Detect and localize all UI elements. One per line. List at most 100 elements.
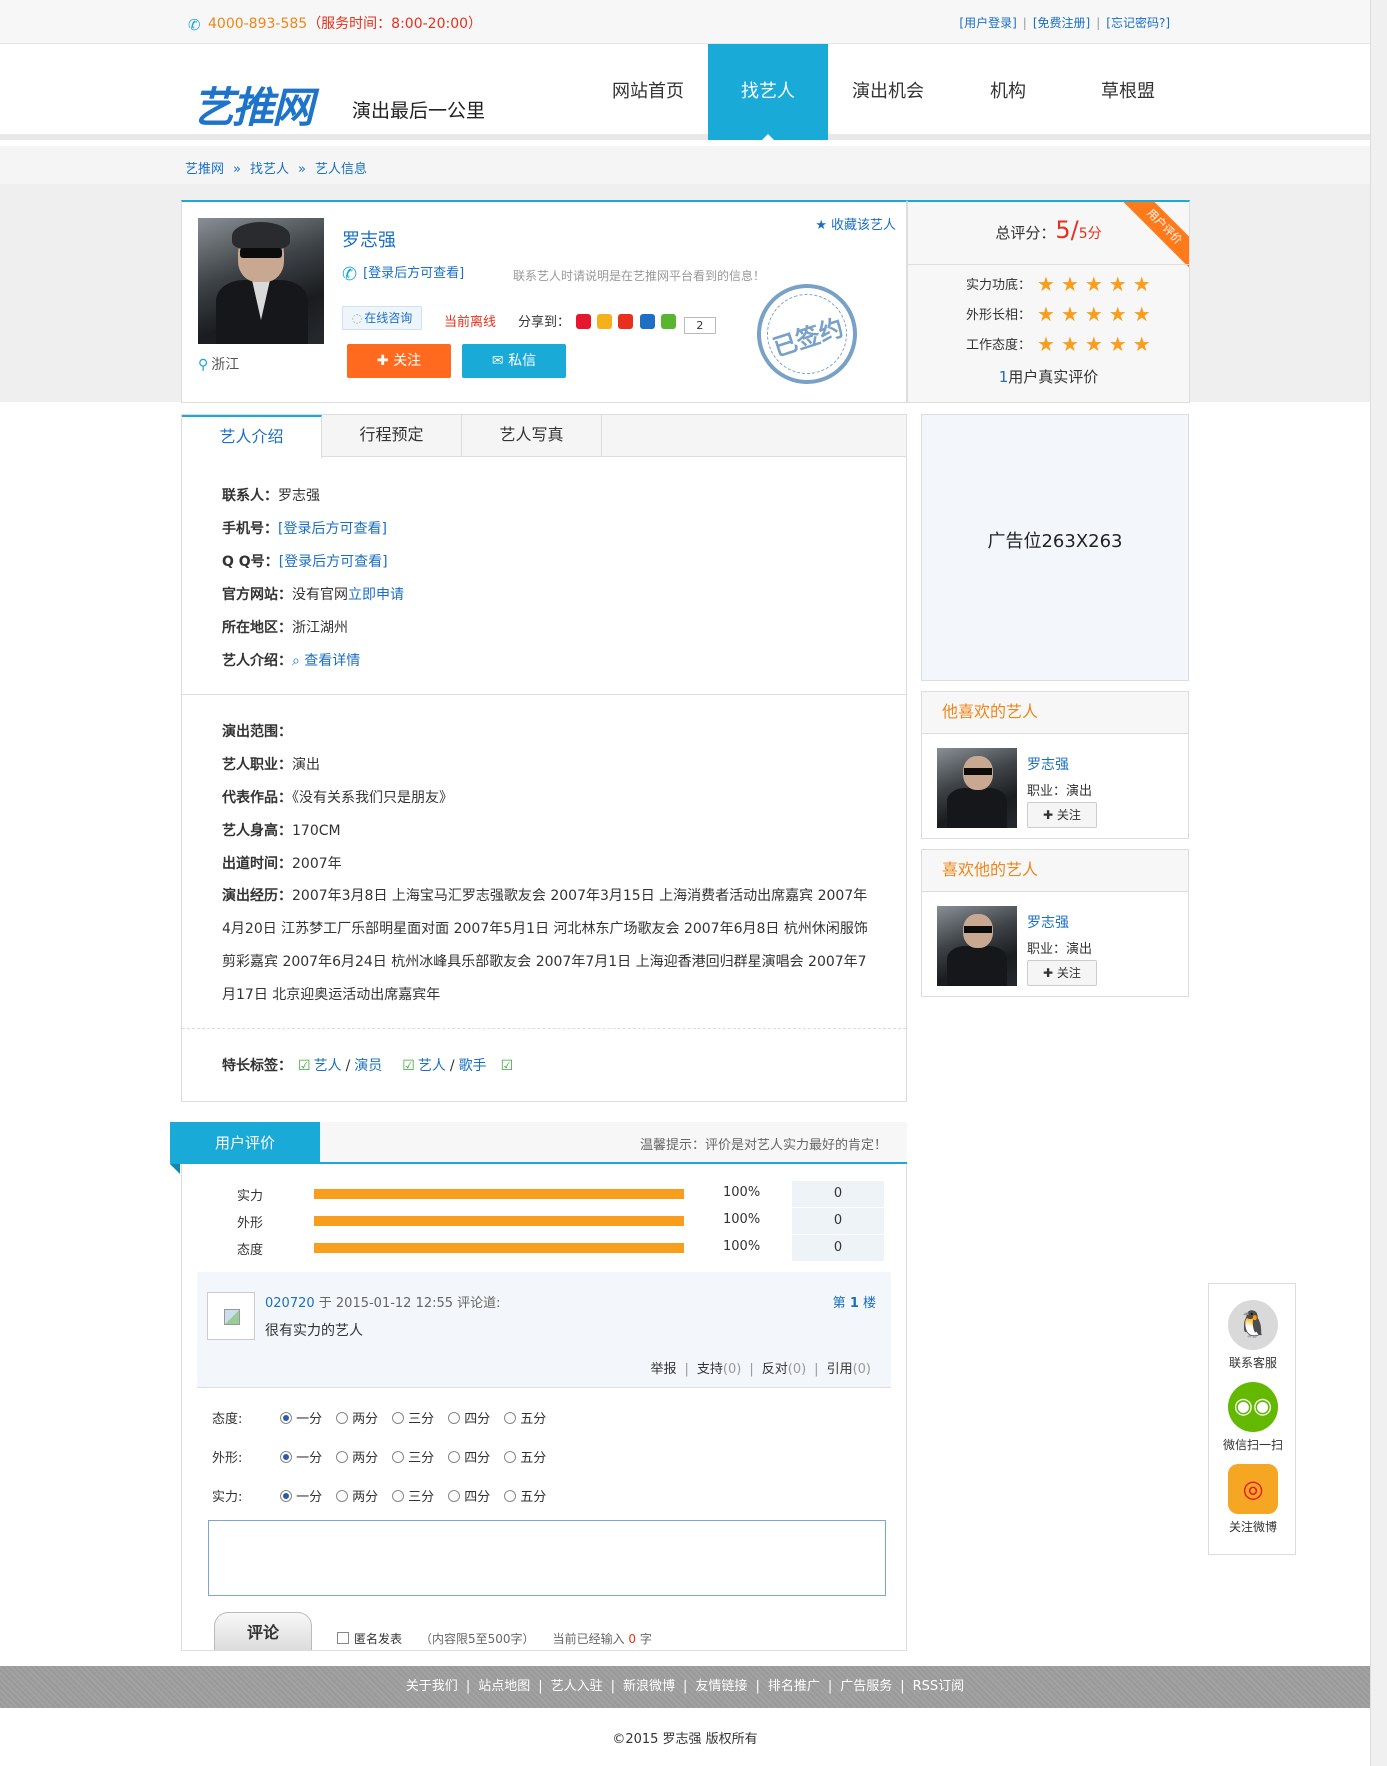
rate-option[interactable]: 一分 <box>280 1408 322 1427</box>
collect-artist-link[interactable]: ★ 收藏该艺人 <box>815 214 896 233</box>
message-label: 私信 <box>508 353 537 369</box>
tab-intro[interactable]: 艺人介绍 <box>182 415 322 458</box>
rate-option[interactable]: 五分 <box>504 1486 546 1505</box>
footer-link[interactable]: 友情链接 <box>695 1679 747 1694</box>
wechat-scan-button[interactable]: ◉◉ 微信扫一扫 <box>1209 1382 1297 1453</box>
nav-home[interactable]: 网站首页 <box>588 44 708 140</box>
ad-slot-text: 广告位263X263 <box>987 531 1123 552</box>
location-pin-icon: ⚲ <box>198 357 209 373</box>
tag-link[interactable]: 艺人 <box>314 1058 342 1074</box>
chevron-icon: » <box>298 162 306 177</box>
rate-option[interactable]: 五分 <box>504 1447 546 1466</box>
online-consult-button[interactable]: ◌ 在线咨询 <box>342 306 422 330</box>
message-button[interactable]: ✉ 私信 <box>462 344 566 378</box>
tab-photos[interactable]: 艺人写真 <box>462 415 602 457</box>
rate-option[interactable]: 三分 <box>392 1486 434 1505</box>
comment-floor: 第 1 楼 <box>832 1296 876 1311</box>
site-logo[interactable]: 艺推网 <box>192 74 314 135</box>
oppose-link[interactable]: 反对(0) <box>762 1362 806 1377</box>
login-link[interactable]: [用户登录] <box>959 16 1016 30</box>
report-link[interactable]: 举报 <box>651 1362 677 1377</box>
phone-login-link[interactable]: [登录后方可查看] <box>363 266 464 281</box>
reviews-header: 用户评价 温馨提示：评价是对艺人实力最好的肯定！ <box>170 1122 907 1174</box>
ad-slot[interactable]: 广告位263X263 <box>921 414 1189 681</box>
info-label: 演出经历： <box>222 888 292 904</box>
breadcrumb-current[interactable]: 艺人信息 <box>315 162 367 177</box>
renren-share-icon[interactable] <box>618 314 634 329</box>
info-contact: 联系人：罗志强 <box>222 485 320 505</box>
more-share-icon[interactable] <box>660 314 676 329</box>
view-details-link[interactable]: ⌕ 查看详情 <box>292 653 360 669</box>
review-count-number: 1 <box>998 368 1009 386</box>
forgot-password-link[interactable]: [忘记密码?] <box>1106 16 1170 30</box>
rate-option[interactable]: 五分 <box>504 1408 546 1427</box>
liked-artist-name[interactable]: 罗志强 <box>1027 754 1069 774</box>
rate-option[interactable]: 三分 <box>392 1447 434 1466</box>
support-link[interactable]: 支持(0) <box>697 1362 741 1377</box>
submit-comment-button[interactable]: 评论 <box>214 1612 312 1650</box>
tab-user-reviews[interactable]: 用户评价 <box>170 1122 320 1174</box>
footer-link[interactable]: RSS订阅 <box>913 1679 965 1694</box>
tab-schedule[interactable]: 行程预定 <box>322 415 462 457</box>
rate-option[interactable]: 两分 <box>336 1408 378 1427</box>
nav-opportunities[interactable]: 演出机会 <box>828 44 948 140</box>
qzone-share-icon[interactable] <box>597 314 613 329</box>
nav-find-artist[interactable]: 找艺人 <box>708 44 828 140</box>
footer-link[interactable]: 广告服务 <box>840 1679 892 1694</box>
tag-link[interactable]: 演员 <box>354 1058 382 1074</box>
breadcrumb-home[interactable]: 艺推网 <box>185 162 224 177</box>
tag-link[interactable]: 歌手 <box>459 1058 487 1074</box>
liked-artist-follow-button[interactable]: ✚ 关注 <box>1027 802 1097 828</box>
breadcrumb: 艺推网 » 找艺人 » 艺人信息 <box>185 158 367 177</box>
star-rating-icon: ★★★★★ <box>1037 332 1157 356</box>
rate-option[interactable]: 一分 <box>280 1447 322 1466</box>
liked-artist-photo[interactable] <box>937 748 1017 828</box>
nav-agencies[interactable]: 机构 <box>948 44 1068 140</box>
quote-link[interactable]: 引用(0) <box>827 1362 871 1377</box>
rating-bar-fill <box>314 1216 684 1226</box>
weibo-share-icon[interactable] <box>576 314 592 329</box>
score-panel: 用户评价 总评分：5/5分 实力功底： ★★★★★ 外形长相： ★★★★★ 工作态度… <box>907 200 1190 403</box>
contact-service-button[interactable]: 🐧 联系客服 <box>1209 1300 1297 1371</box>
fan-artist-name[interactable]: 罗志强 <box>1027 912 1069 932</box>
location-text: 浙江 <box>211 357 240 373</box>
footer-link[interactable]: 站点地图 <box>478 1679 530 1694</box>
mobile-login-link[interactable]: [登录后方可查看] <box>278 521 387 537</box>
hotline-number: 4000-893-585 <box>208 16 308 32</box>
register-link[interactable]: [免费注册] <box>1033 16 1090 30</box>
total-score-value: 5/ <box>1055 216 1079 244</box>
apply-now-link[interactable]: 立即申请 <box>348 587 404 603</box>
follow-button[interactable]: ✚ 关注 <box>347 344 451 378</box>
rate-option[interactable]: 三分 <box>392 1408 434 1427</box>
weibo-icon: ◎ <box>1228 1464 1278 1514</box>
fan-artist-photo[interactable] <box>937 906 1017 986</box>
nav-grassroots[interactable]: 草根盟 <box>1068 44 1188 140</box>
rate-option[interactable]: 四分 <box>448 1447 490 1466</box>
floating-contact-bar: 🐧 联系客服 ◉◉ 微信扫一扫 ◎ 关注微博 <box>1208 1283 1296 1555</box>
rating-bar-label: 实力 <box>237 1189 264 1204</box>
star-rating-icon: ★★★★★ <box>1037 302 1157 326</box>
follow-weibo-button[interactable]: ◎ 关注微博 <box>1209 1464 1297 1535</box>
tencent-share-icon[interactable] <box>639 314 655 329</box>
comment-time: 于 2015-01-12 12:55 评论道: <box>314 1296 501 1311</box>
anonymous-checkbox[interactable]: 匿名发表 <box>337 1632 402 1646</box>
rate-option[interactable]: 一分 <box>280 1486 322 1505</box>
footer-link[interactable]: 关于我们 <box>406 1679 458 1694</box>
tag-link[interactable]: 艺人 <box>418 1058 446 1074</box>
rate-option[interactable]: 四分 <box>448 1408 490 1427</box>
rate-option[interactable]: 两分 <box>336 1486 378 1505</box>
char-counter: 当前已经输入 0 字 <box>552 1632 652 1646</box>
breadcrumb-find-artist[interactable]: 找艺人 <box>250 162 289 177</box>
rate-option[interactable]: 四分 <box>448 1486 490 1505</box>
comment-textarea[interactable] <box>208 1520 886 1596</box>
footer-link[interactable]: 艺人入驻 <box>551 1679 603 1694</box>
share-bar: 分享到： 2 <box>518 311 716 334</box>
footer-link[interactable]: 排名推广 <box>768 1679 820 1694</box>
footer-link[interactable]: 新浪微博 <box>623 1679 675 1694</box>
page-scrollbar[interactable] <box>1370 0 1387 1766</box>
rating-bar-fill <box>314 1189 684 1199</box>
qq-login-link[interactable]: [登录后方可查看] <box>279 554 388 570</box>
comment-user-link[interactable]: 020720 <box>265 1296 315 1311</box>
rate-option[interactable]: 两分 <box>336 1447 378 1466</box>
fan-artist-follow-button[interactable]: ✚ 关注 <box>1027 960 1097 986</box>
